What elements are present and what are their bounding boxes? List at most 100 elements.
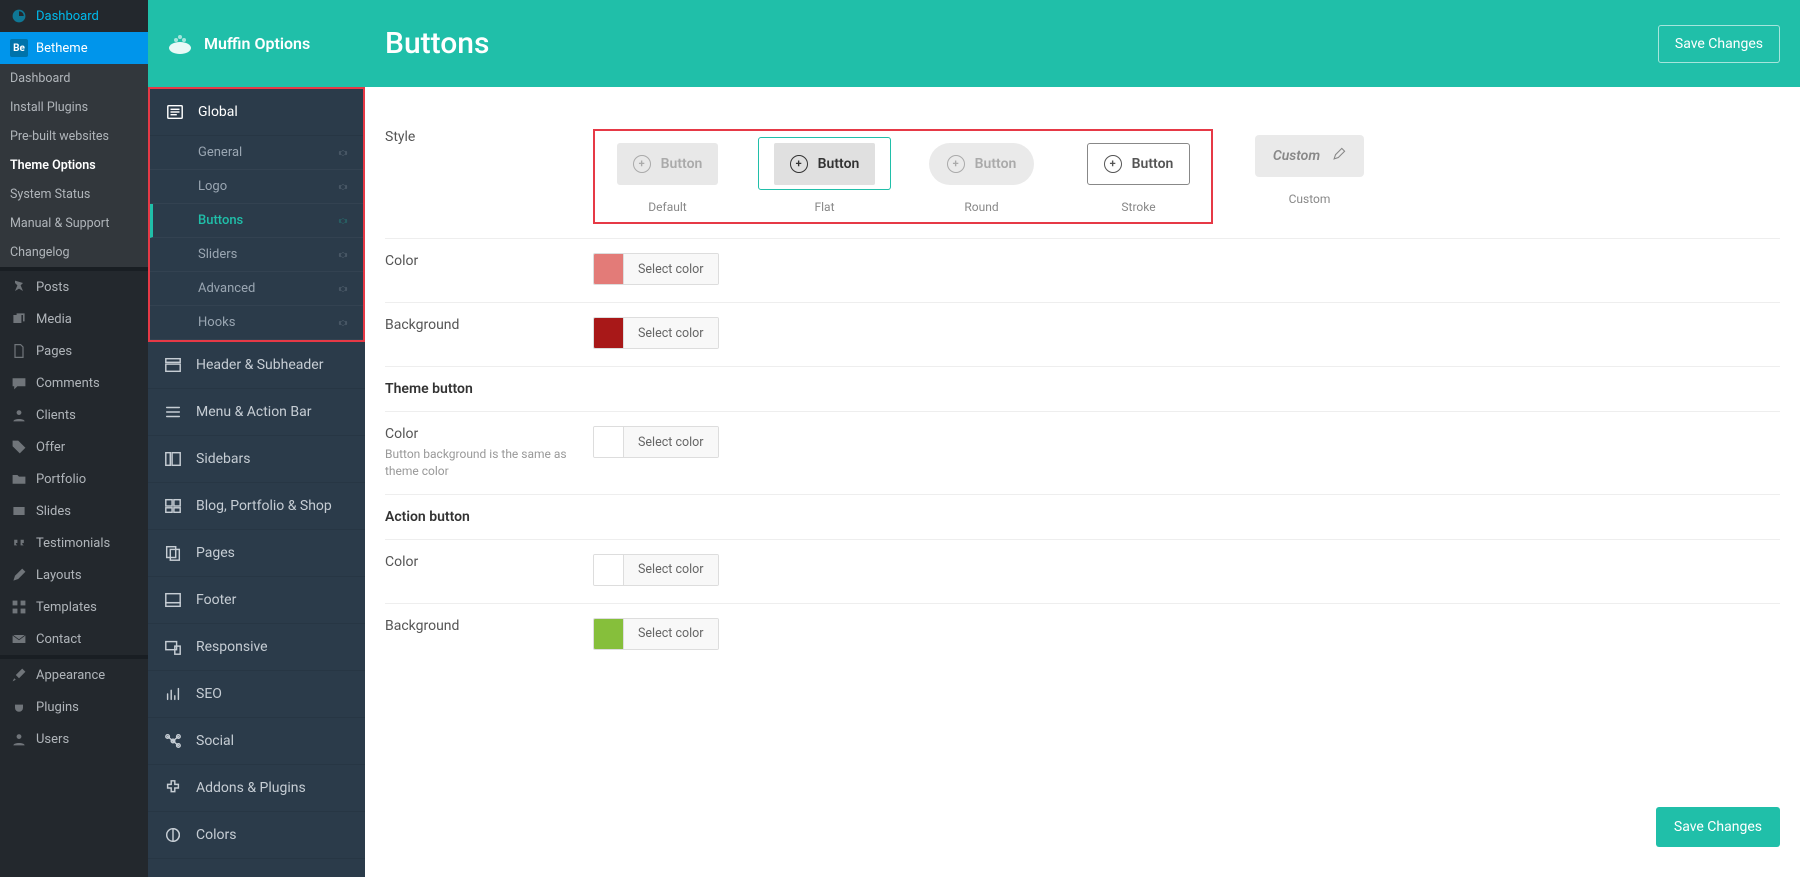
pin-icon xyxy=(10,278,28,296)
mfn-group-footer[interactable]: Footer xyxy=(148,577,365,624)
row-color: Color Select color xyxy=(385,239,1780,303)
demo-stroke-button: Button xyxy=(1087,143,1191,185)
header-icon xyxy=(162,354,184,376)
select-action-color-button[interactable]: Select color xyxy=(624,555,718,585)
user-icon xyxy=(10,406,28,424)
wp-item-pages[interactable]: Pages xyxy=(0,335,148,367)
mfn-group-addons-plugins[interactable]: Addons & Plugins xyxy=(148,765,365,812)
mfn-group-pages[interactable]: Pages xyxy=(148,530,365,577)
color-picker-color[interactable]: Select color xyxy=(593,253,719,285)
main-content: Buttons Save Changes Style Button Defaul… xyxy=(365,0,1800,877)
mfn-group-label: Menu & Action Bar xyxy=(196,404,311,420)
wp-item-label: Plugins xyxy=(36,700,79,715)
mfn-group-seo[interactable]: SEO xyxy=(148,671,365,718)
mfn-sub-advanced[interactable]: Advanced xyxy=(150,272,363,306)
style-option-default[interactable]: Button Default xyxy=(601,137,734,214)
action-color-label: Color xyxy=(385,554,593,570)
save-changes-bottom-button[interactable]: Save Changes xyxy=(1656,807,1780,847)
wp-item-portfolio[interactable]: Portfolio xyxy=(0,463,148,495)
mfn-group-global[interactable]: Global xyxy=(150,89,363,136)
style-caption-stroke: Stroke xyxy=(1072,200,1205,214)
wp-item-clients[interactable]: Clients xyxy=(0,399,148,431)
wp-item-betheme[interactable]: BeBetheme xyxy=(0,32,148,64)
brush-icon xyxy=(10,666,28,684)
mfn-sub-sliders[interactable]: Sliders xyxy=(150,238,363,272)
select-color-button[interactable]: Select color xyxy=(624,254,718,284)
wp-item-label: Layouts xyxy=(36,568,82,583)
wp-item-media[interactable]: Media xyxy=(0,303,148,335)
mfn-group-label: Footer xyxy=(196,592,236,608)
user-icon xyxy=(10,730,28,748)
select-action-background-button[interactable]: Select color xyxy=(624,619,718,649)
style-option-flat[interactable]: Button Flat xyxy=(758,137,891,214)
wp-item-users[interactable]: Users xyxy=(0,723,148,755)
style-option-custom[interactable]: Custom Custom xyxy=(1243,129,1376,224)
action-heading-label: Action button xyxy=(385,509,593,525)
wp-item-theme-options[interactable]: Theme Options xyxy=(0,151,148,180)
grid-icon xyxy=(10,598,28,616)
pencil-icon xyxy=(10,566,28,584)
wp-item-pre-built-websites[interactable]: Pre-built websites xyxy=(0,122,148,151)
color-picker-background[interactable]: Select color xyxy=(593,317,719,349)
row-style: Style Button Default Button Flat Button xyxy=(385,115,1780,239)
wp-item-templates[interactable]: Templates xyxy=(0,591,148,623)
wp-item-appearance[interactable]: Appearance xyxy=(0,659,148,691)
select-background-button[interactable]: Select color xyxy=(624,318,718,348)
mfn-group-label: Addons & Plugins xyxy=(196,780,306,796)
color-picker-action-background[interactable]: Select color xyxy=(593,618,719,650)
mfn-sub-buttons[interactable]: Buttons xyxy=(150,204,363,238)
color-picker-action-color[interactable]: Select color xyxy=(593,554,719,586)
wp-item-comments[interactable]: Comments xyxy=(0,367,148,399)
gear-icon xyxy=(337,317,349,329)
row-action-color: Color Select color xyxy=(385,540,1780,604)
mfn-sub-hooks[interactable]: Hooks xyxy=(150,306,363,340)
mfn-group-responsive[interactable]: Responsive xyxy=(148,624,365,671)
wp-item-dashboard[interactable]: Dashboard xyxy=(0,64,148,93)
style-option-stroke[interactable]: Button Stroke xyxy=(1072,137,1205,214)
style-options: Button Default Button Flat Button Round xyxy=(593,129,1780,224)
wp-item-testimonials[interactable]: Testimonials xyxy=(0,527,148,559)
mfn-sub-label: Sliders xyxy=(198,247,237,262)
wp-item-system-status[interactable]: System Status xyxy=(0,180,148,209)
wp-item-install-plugins[interactable]: Install Plugins xyxy=(0,93,148,122)
swatch-theme-color xyxy=(594,427,624,457)
wp-item-label: Offer xyxy=(36,440,65,455)
mfn-group-social[interactable]: Social xyxy=(148,718,365,765)
wp-item-layouts[interactable]: Layouts xyxy=(0,559,148,591)
swatch-action-background xyxy=(594,619,624,649)
mfn-group-label: Social xyxy=(196,733,234,749)
wp-item-label: Changelog xyxy=(10,245,70,260)
style-option-round[interactable]: Button Round xyxy=(915,137,1048,214)
wp-item-dashboard[interactable]: Dashboard xyxy=(0,0,148,32)
page-title: Buttons xyxy=(385,26,489,61)
row-action-heading: Action button xyxy=(385,495,1780,540)
mfn-sub-logo[interactable]: Logo xyxy=(150,170,363,204)
wp-item-posts[interactable]: Posts xyxy=(0,271,148,303)
swatch-color xyxy=(594,254,624,284)
wp-item-contact[interactable]: Contact xyxy=(0,623,148,655)
wp-item-plugins[interactable]: Plugins xyxy=(0,691,148,723)
demo-default-button: Button xyxy=(617,143,719,185)
mfn-group-label: Colors xyxy=(196,827,236,843)
wp-item-label: Templates xyxy=(36,600,97,615)
wp-item-changelog[interactable]: Changelog xyxy=(0,238,148,267)
wp-item-manual-support[interactable]: Manual & Support xyxy=(0,209,148,238)
mfn-group-sidebars[interactable]: Sidebars xyxy=(148,436,365,483)
theme-heading-label: Theme button xyxy=(385,381,593,397)
wp-item-slides[interactable]: Slides xyxy=(0,495,148,527)
mfn-sub-general[interactable]: General xyxy=(150,136,363,170)
wp-item-offer[interactable]: Offer xyxy=(0,431,148,463)
wp-item-label: Dashboard xyxy=(10,71,70,86)
colors-icon xyxy=(162,824,184,846)
color-picker-theme-color[interactable]: Select color xyxy=(593,426,719,458)
options-content: Style Button Default Button Flat Button xyxy=(365,87,1800,877)
plug-icon xyxy=(10,698,28,716)
select-theme-color-button[interactable]: Select color xyxy=(624,427,718,457)
mfn-group-header-subheader[interactable]: Header & Subheader xyxy=(148,342,365,389)
mfn-group-colors[interactable]: Colors xyxy=(148,812,365,859)
save-changes-top-button[interactable]: Save Changes xyxy=(1658,25,1780,63)
slides-icon xyxy=(10,502,28,520)
mfn-group-menu-action-bar[interactable]: Menu & Action Bar xyxy=(148,389,365,436)
mfn-group-blog-portfolio-shop[interactable]: Blog, Portfolio & Shop xyxy=(148,483,365,530)
swatch-background xyxy=(594,318,624,348)
